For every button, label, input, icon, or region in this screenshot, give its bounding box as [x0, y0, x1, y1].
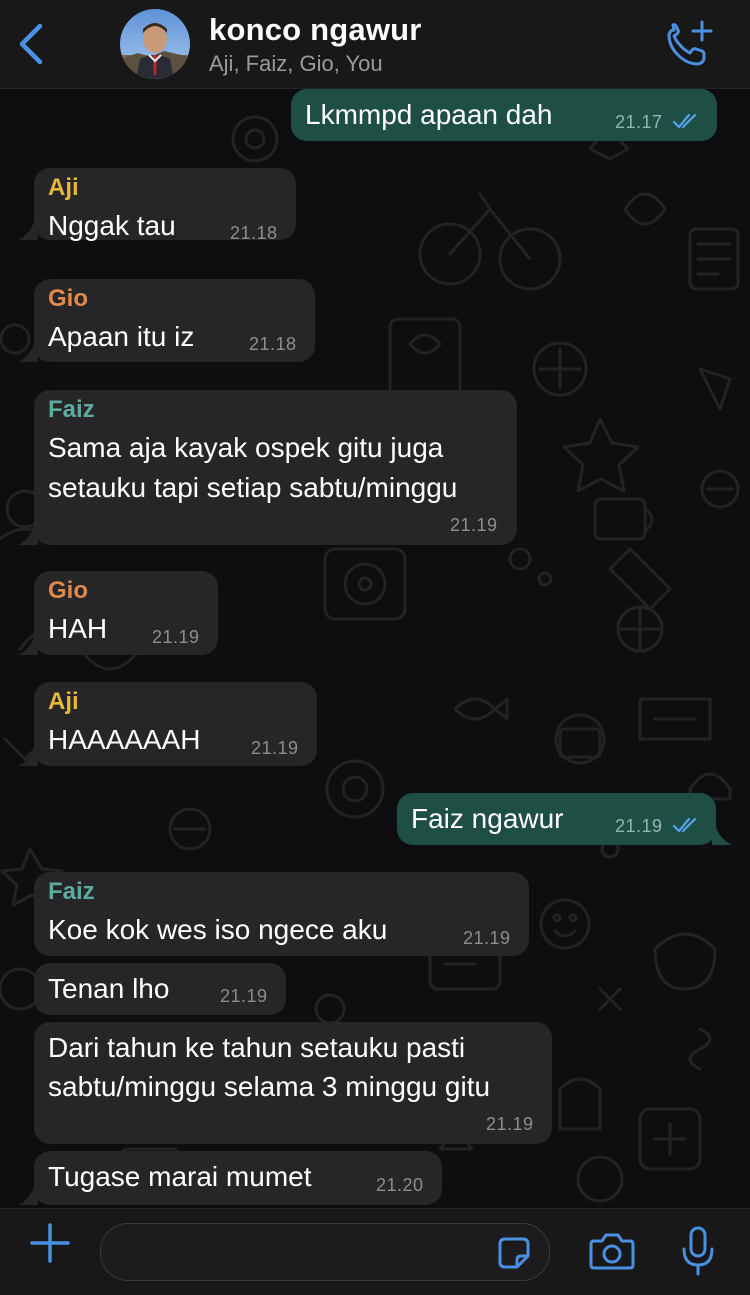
sender-name[interactable]: Gio	[48, 285, 88, 313]
compose-bar	[0, 1208, 750, 1295]
message-bubble-incoming[interactable]: Dari tahun ke tahun setauku pasti sabtu/…	[34, 1022, 552, 1144]
message-text-line: sabtu/minggu selama 3 minggu gitu	[48, 1071, 491, 1102]
message-time: 21.18	[249, 334, 297, 354]
bubble-tail	[18, 527, 38, 545]
message-text-line: setauku tapi setiap sabtu/minggu	[48, 472, 458, 503]
message-bubble-incoming[interactable]: Tenan lho 21.19	[34, 963, 286, 1015]
message-bubble-incoming[interactable]: Gio HAH 21.19	[34, 571, 218, 655]
message-bubble-incoming[interactable]: Aji Nggak tau 21.18	[34, 168, 296, 243]
back-chevron-icon[interactable]	[14, 22, 48, 66]
message-text: Apaan itu iz	[48, 321, 195, 352]
message-input-field[interactable]	[100, 1223, 550, 1281]
bubble-tail	[18, 1187, 38, 1205]
message-time: 21.19	[450, 515, 498, 535]
message-bubble-incoming[interactable]: Gio Apaan itu iz 21.18	[34, 279, 315, 362]
message-time: 21.19	[463, 928, 511, 948]
message-text: Lkmmpd apaan dah	[305, 99, 553, 130]
message-text-line: Dari tahun ke tahun setauku pasti	[48, 1032, 466, 1063]
message-input[interactable]	[119, 1234, 493, 1270]
microphone-icon[interactable]	[680, 1225, 716, 1277]
message-text: Nggak tau	[48, 210, 176, 241]
message-time: 21.19	[615, 816, 663, 836]
message-time: 21.19	[251, 738, 299, 758]
message-text: Tugase marai mumet	[48, 1161, 312, 1192]
message-bubble-incoming[interactable]: Aji HAAAAAAH 21.19	[34, 682, 317, 766]
chat-title[interactable]: konco ngawur	[209, 12, 422, 48]
group-avatar[interactable]	[120, 9, 190, 79]
message-text-line: Sama aja kayak ospek gitu juga	[48, 432, 444, 463]
bubble-tail	[18, 748, 38, 766]
message-list[interactable]: Lkmmpd apaan dah 21.17 Aji Nggak tau 21.…	[0, 89, 750, 1208]
camera-icon[interactable]	[588, 1229, 636, 1273]
message-text: Koe kok wes iso ngece aku	[48, 914, 388, 945]
message-bubble-outgoing[interactable]: Lkmmpd apaan dah 21.17	[291, 89, 717, 141]
message-text: HAH	[48, 613, 108, 644]
bubble-tail	[712, 827, 732, 845]
add-call-icon[interactable]	[662, 20, 714, 68]
sender-name[interactable]: Aji	[48, 174, 79, 202]
sender-name[interactable]: Aji	[48, 688, 79, 716]
bubble-tail	[18, 637, 38, 655]
message-time: 21.20	[376, 1175, 424, 1195]
sender-name[interactable]: Faiz	[48, 878, 95, 906]
message-time: 21.17	[615, 112, 663, 132]
read-receipt-icon	[673, 113, 697, 129]
message-bubble-incoming[interactable]: Faiz Sama aja kayak ospek gitu juga seta…	[34, 390, 517, 545]
read-receipt-icon	[673, 817, 697, 833]
sticker-icon[interactable]	[497, 1236, 531, 1270]
message-time: 21.18	[230, 223, 278, 243]
message-time: 21.19	[220, 986, 268, 1006]
bubble-tail	[18, 222, 38, 240]
sender-name[interactable]: Gio	[48, 577, 88, 605]
message-text: Tenan lho	[48, 973, 170, 1004]
plus-icon[interactable]	[28, 1221, 72, 1265]
message-bubble-outgoing[interactable]: Faiz ngawur 21.19	[397, 793, 716, 845]
avatar-image	[120, 9, 190, 79]
message-bubble-incoming[interactable]: Tugase marai mumet 21.20	[34, 1151, 442, 1205]
chat-header: konco ngawur Aji, Faiz, Gio, You	[0, 0, 750, 89]
message-time: 21.19	[486, 1114, 534, 1134]
message-text: Faiz ngawur	[411, 803, 564, 834]
message-bubble-incoming[interactable]: Faiz Koe kok wes iso ngece aku 21.19	[34, 872, 529, 956]
chat-participants[interactable]: Aji, Faiz, Gio, You	[209, 51, 383, 77]
message-time: 21.19	[152, 627, 200, 647]
sender-name[interactable]: Faiz	[48, 396, 95, 424]
bubble-tail	[18, 344, 38, 362]
message-text: HAAAAAAH	[48, 724, 201, 755]
